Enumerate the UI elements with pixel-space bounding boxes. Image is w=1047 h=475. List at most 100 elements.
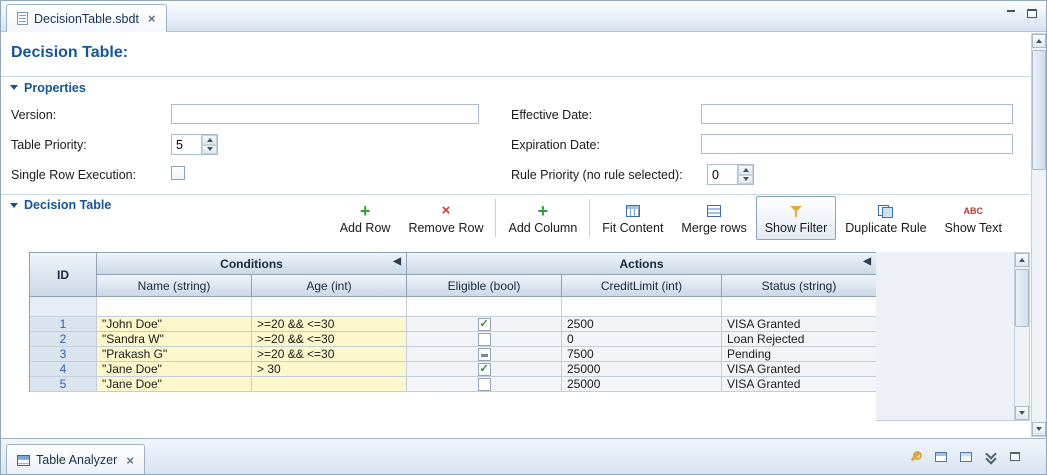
add-row-button[interactable]: Add Row [331, 196, 400, 240]
tab-close-icon[interactable] [148, 12, 156, 25]
creditlimit-cell[interactable]: 25000 [562, 377, 722, 392]
row-id-cell[interactable]: 3 [30, 347, 97, 362]
add-column-button[interactable]: Add Column [499, 196, 586, 240]
name-cell[interactable]: "Jane Doe" [97, 362, 252, 377]
scroll-up-button[interactable] [1015, 253, 1029, 267]
age-cell[interactable]: >=20 && <=30 [252, 332, 407, 347]
status-cell[interactable]: VISA Granted [722, 362, 877, 377]
age-cell[interactable]: > 30 [252, 362, 407, 377]
minimize-icon[interactable] [1006, 8, 1016, 18]
row-id-cell[interactable]: 5 [30, 377, 97, 392]
age-cell[interactable]: >=20 && <=30 [252, 317, 407, 332]
maximize-view-icon[interactable] [1010, 452, 1020, 461]
filter-cell[interactable] [722, 297, 877, 317]
spin-up-button[interactable] [738, 165, 753, 175]
wrench-icon[interactable] [909, 450, 922, 463]
spin-down-button[interactable] [202, 145, 217, 155]
remove-icon [442, 204, 451, 218]
show-text-button[interactable]: ABC Show Text [936, 196, 1011, 240]
scroll-up-button[interactable] [1032, 34, 1046, 48]
table-analyzer-tab[interactable]: Table Analyzer [6, 444, 145, 475]
status-cell[interactable]: VISA Granted [722, 377, 877, 392]
properties-section-header[interactable]: Properties [1, 76, 1030, 98]
eligible-cell[interactable] [407, 347, 562, 362]
maximize-icon[interactable] [1027, 9, 1037, 18]
eligible-checkbox[interactable] [478, 378, 491, 391]
scrollbar-thumb[interactable] [1015, 269, 1029, 327]
table-priority-stepper[interactable] [171, 134, 218, 155]
collapse-triangle-icon[interactable] [10, 85, 18, 90]
eligible-cell[interactable] [407, 332, 562, 347]
detach-view-icon[interactable] [960, 452, 972, 462]
name-cell[interactable]: "Prakash G" [97, 347, 252, 362]
creditlimit-cell[interactable]: 2500 [562, 317, 722, 332]
spin-down-button[interactable] [738, 175, 753, 185]
creditlimit-column-header[interactable]: CreditLimit (int) [562, 275, 722, 297]
conditions-group-header[interactable]: Conditions ◀ [97, 253, 407, 275]
remove-row-button[interactable]: Remove Row [399, 196, 492, 240]
spin-up-button[interactable] [202, 135, 217, 145]
age-cell[interactable]: >=20 && <=30 [252, 347, 407, 362]
age-column-header[interactable]: Age (int) [252, 275, 407, 297]
table-scrollbar[interactable] [1014, 252, 1030, 421]
editor-area: Decision Table: Properties Version: Effe… [1, 32, 1046, 438]
status-cell[interactable]: Loan Rejected [722, 332, 877, 347]
eligible-cell[interactable] [407, 362, 562, 377]
scroll-down-button[interactable] [1032, 422, 1046, 436]
creditlimit-cell[interactable]: 25000 [562, 362, 722, 377]
creditlimit-cell[interactable]: 7500 [562, 347, 722, 362]
open-view-icon[interactable] [935, 452, 947, 462]
eligible-cell[interactable] [407, 317, 562, 332]
status-column-header[interactable]: Status (string) [722, 275, 877, 297]
eligible-checkbox[interactable] [478, 318, 491, 331]
name-cell[interactable]: "Jane Doe" [97, 377, 252, 392]
filter-cell[interactable] [252, 297, 407, 317]
rule-priority-stepper[interactable] [707, 164, 754, 185]
decision-table-section-header[interactable]: Decision Table [1, 194, 281, 216]
filter-cell[interactable] [97, 297, 252, 317]
arrow-down-icon [743, 177, 749, 181]
table-empty-area [876, 252, 1014, 421]
name-column-header[interactable]: Name (string) [97, 275, 252, 297]
eligible-column-header[interactable]: Eligible (bool) [407, 275, 562, 297]
editor-scrollbar[interactable] [1031, 33, 1047, 437]
effective-date-input[interactable] [701, 104, 1013, 124]
collapse-group-icon[interactable]: ◀ [393, 256, 401, 267]
fit-content-button[interactable]: Fit Content [593, 196, 672, 240]
name-cell[interactable]: "Sandra W" [97, 332, 252, 347]
status-cell[interactable]: Pending [722, 347, 877, 362]
version-label: Version: [11, 108, 56, 122]
show-filter-button[interactable]: Show Filter [756, 196, 837, 240]
minimize-view-icon[interactable] [985, 452, 997, 462]
filter-cell[interactable] [30, 297, 97, 317]
row-id-cell[interactable]: 2 [30, 332, 97, 347]
actions-group-header[interactable]: Actions ◀ [407, 253, 877, 275]
version-input[interactable] [171, 104, 479, 124]
row-id-cell[interactable]: 1 [30, 317, 97, 332]
merge-rows-button[interactable]: Merge rows [672, 196, 755, 240]
collapse-group-icon[interactable]: ◀ [863, 256, 871, 267]
scrollbar-thumb[interactable] [1032, 50, 1046, 170]
collapse-triangle-icon[interactable] [10, 203, 18, 208]
status-cell[interactable]: VISA Granted [722, 317, 877, 332]
filter-cell[interactable] [562, 297, 722, 317]
creditlimit-cell[interactable]: 0 [562, 332, 722, 347]
scroll-down-button[interactable] [1015, 406, 1029, 420]
id-column-header[interactable]: ID [30, 253, 97, 297]
duplicate-rule-button[interactable]: Duplicate Rule [836, 196, 935, 240]
eligible-checkbox[interactable] [478, 363, 491, 376]
name-cell[interactable]: "John Doe" [97, 317, 252, 332]
single-row-execution-checkbox[interactable] [171, 166, 185, 180]
tab-close-icon[interactable] [126, 454, 134, 467]
eligible-cell[interactable] [407, 377, 562, 392]
filter-cell[interactable] [407, 297, 562, 317]
rule-priority-input[interactable] [708, 165, 737, 184]
eligible-checkbox[interactable] [478, 348, 491, 361]
table-priority-input[interactable] [172, 135, 201, 154]
arrow-down-icon [1036, 427, 1042, 431]
row-id-cell[interactable]: 4 [30, 362, 97, 377]
expiration-date-input[interactable] [701, 134, 1013, 154]
age-cell[interactable] [252, 377, 407, 392]
editor-tab[interactable]: DecisionTable.sbdt [6, 4, 167, 32]
eligible-checkbox[interactable] [478, 333, 491, 346]
